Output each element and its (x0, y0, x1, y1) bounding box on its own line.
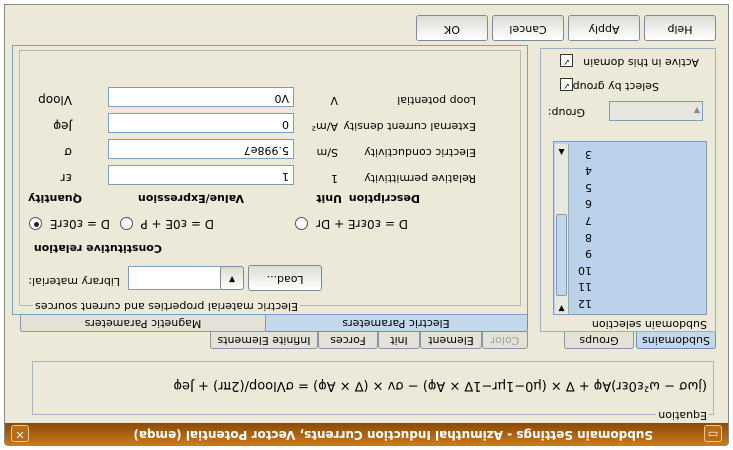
constitutive-relation-label: Constitutive relation (33, 242, 162, 255)
list-item[interactable]: 12 (578, 297, 596, 310)
param-unit: A/m² (311, 120, 338, 133)
scroll-down-icon[interactable]: ▼ (556, 301, 567, 313)
list-item[interactable]: 4 (585, 164, 596, 177)
cancel-button[interactable]: Cancel (492, 15, 564, 41)
relation-label-3: D = ε0εrE + Dr (316, 217, 408, 231)
param-unit: V (330, 94, 338, 107)
subdomain-selection-label: Subdomain selection (589, 318, 709, 331)
tab-groups[interactable]: Groups (564, 331, 634, 349)
select-by-group-checkbox[interactable]: ✓ (560, 78, 573, 91)
tab-forces[interactable]: Forces (318, 331, 378, 349)
tab-electric-parameters[interactable]: Electric Parameters (264, 314, 528, 332)
header-quantity: Quantity (28, 192, 82, 205)
param-description: External current density (343, 120, 476, 133)
chevron-down-icon: ▼ (228, 275, 236, 284)
list-item[interactable]: 3 (585, 148, 596, 161)
tab-element[interactable]: Element (420, 331, 482, 349)
title-bar: ▭ Subdomain Settings - Azimuthal Inducti… (5, 423, 728, 445)
window-title: Subdomain Settings - Azimuthal Induction… (133, 428, 653, 442)
tab-color[interactable]: Color (482, 331, 528, 349)
list-item[interactable]: 6 (585, 197, 596, 210)
library-material-label: Library material: (28, 275, 120, 288)
library-material-field[interactable] (128, 266, 222, 290)
active-in-domain-checkbox[interactable]: ✓ (560, 54, 573, 67)
window-menu-icon[interactable]: ▭ (704, 425, 722, 442)
apply-button[interactable]: Apply (568, 15, 640, 41)
material-properties-label: Electric material properties and current… (33, 300, 300, 313)
list-item[interactable]: 8 (585, 231, 596, 244)
param-quantity: εr (60, 171, 72, 185)
tab-infinite-elements[interactable]: Infinite Elements (210, 331, 318, 349)
select-by-group-label: Select by group (572, 80, 659, 93)
param-unit: 1 (331, 172, 338, 185)
relation-radio-2[interactable] (120, 217, 133, 230)
list-item[interactable]: 5 (585, 181, 596, 194)
relation-label-2: D = ε0E + P (140, 217, 214, 231)
header-unit: Unit (316, 192, 342, 205)
right-panel: Color Element Init Forces Infinite Eleme… (8, 45, 528, 349)
param-quantity: Jeφ (53, 119, 72, 133)
close-icon[interactable]: ✕ (11, 425, 29, 442)
list-item[interactable]: 9 (585, 247, 596, 260)
subdomain-list[interactable]: 12 11 10 9 8 7 6 5 4 3 ▼ ▲ (553, 141, 707, 315)
relation-radio-3[interactable] (295, 217, 308, 230)
equation-text: (jωσ − ω²ε0εr)Aφ + ∇ × (μ0−1μr−1∇ × Aφ) … (173, 378, 707, 393)
param-description: Electric conductivity (364, 146, 476, 159)
library-dropdown-button[interactable]: ▼ (220, 266, 244, 290)
param-description: Relative permittivity (364, 172, 476, 185)
param-quantity: σ (64, 145, 72, 159)
equation-label: Equation (656, 409, 709, 422)
group-label: Group: (547, 106, 585, 119)
active-in-domain-label: Active in this domain (583, 56, 699, 69)
list-item[interactable]: 11 (578, 280, 596, 293)
param-value-input[interactable]: 0 (108, 113, 294, 133)
tab-init[interactable]: Init (378, 331, 420, 349)
scroll-up-icon[interactable]: ▲ (556, 145, 567, 157)
dialog-stage: ▭ Subdomain Settings - Azimuthal Inducti… (0, 0, 733, 450)
electric-parameters-panel: Electric material properties and current… (12, 45, 528, 315)
list-item[interactable]: 10 (578, 264, 596, 277)
param-quantity: Vloop (38, 93, 72, 107)
tab-magnetic-parameters[interactable]: Magnetic Parameters (20, 314, 266, 332)
left-panel: Subdomains Groups Subdomain selection 12… (540, 48, 716, 349)
relation-radio-1[interactable] (29, 217, 42, 230)
tab-subdomains[interactable]: Subdomains (636, 331, 716, 349)
param-unit: S/m (316, 146, 338, 159)
list-item[interactable]: 7 (585, 214, 596, 227)
header-value: Value/Expression (137, 192, 244, 205)
load-button[interactable]: Load... (248, 265, 322, 291)
ok-button[interactable]: OK (416, 15, 488, 41)
group-dropdown-icon[interactable]: ▼ (694, 102, 700, 118)
group-field[interactable]: ▼ (609, 101, 703, 121)
param-value-input[interactable]: V0 (108, 87, 294, 107)
subdomain-selection-panel: Subdomain selection 12 11 10 9 8 7 6 5 4 3 ▼ ▲ Gr… (540, 48, 716, 332)
equation-group: Equation (jωσ − ω²ε0εr)Aφ + ∇ × (μ0−1μr−… (32, 361, 714, 422)
list-scrollbar[interactable]: ▼ ▲ (555, 144, 569, 314)
subdomain-settings-dialog: ▭ Subdomain Settings - Azimuthal Inducti… (4, 4, 729, 446)
header-description: Description (348, 192, 420, 205)
param-value-input[interactable]: 1 (108, 165, 294, 185)
scroll-thumb[interactable] (556, 214, 567, 296)
material-properties-group: Electric material properties and current… (19, 50, 521, 313)
param-description: Loop potential (397, 94, 476, 107)
param-value-input[interactable]: 5.998e7 (108, 139, 294, 159)
relation-label-1: D = ε0εrE (49, 217, 110, 231)
help-button[interactable]: Help (644, 15, 716, 41)
